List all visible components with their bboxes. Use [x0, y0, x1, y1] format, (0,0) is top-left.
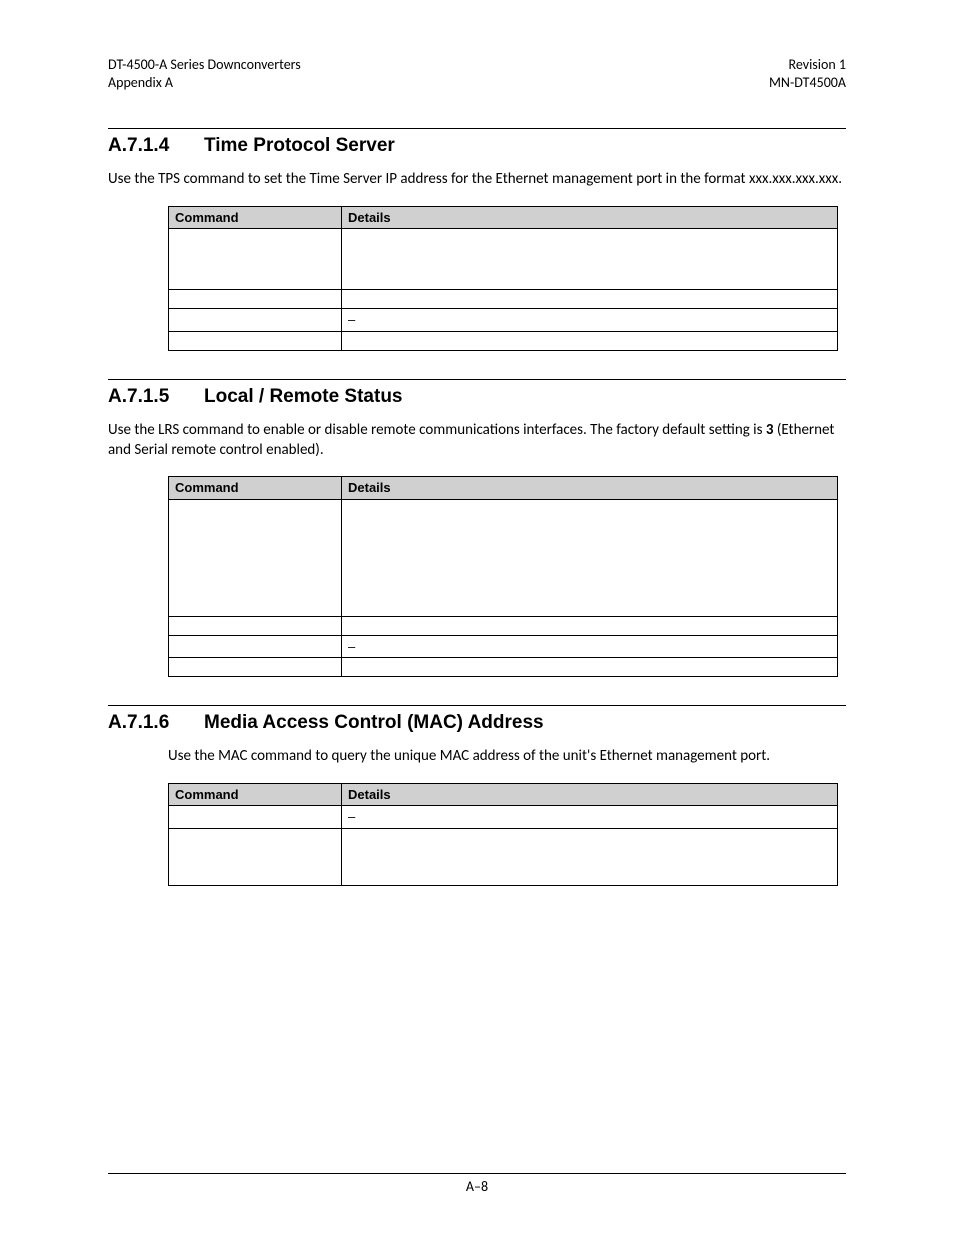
- page-header: DT-4500-A Series Downconverters Appendix…: [108, 56, 846, 92]
- footer-rule: [108, 1173, 846, 1174]
- table-row: [169, 499, 838, 616]
- section-heading: A.7.1.5 Local / Remote Status: [108, 386, 846, 408]
- section-body: Use the MAC command to query the unique …: [108, 746, 846, 885]
- section-title: Time Protocol Server: [204, 135, 395, 157]
- section-body: Use the TPS command to set the Time Serv…: [108, 169, 846, 350]
- cell-dash: –: [342, 635, 838, 658]
- section-body: Use the LRS command to enable or disable…: [108, 420, 846, 678]
- section-heading: A.7.1.4 Time Protocol Server: [108, 135, 846, 157]
- command-table-tps: Command Details –: [168, 206, 838, 351]
- header-left: DT-4500-A Series Downconverters Appendix…: [108, 56, 301, 92]
- section-title: Media Access Control (MAC) Address: [204, 712, 544, 734]
- page-number: A–8: [466, 1178, 488, 1195]
- table-row: –: [169, 806, 838, 829]
- section-paragraph: Use the MAC command to query the unique …: [108, 746, 846, 766]
- section-rule: [108, 128, 846, 129]
- section-number: A.7.1.6: [108, 712, 178, 734]
- section-lrs: A.7.1.5 Local / Remote Status Use the LR…: [108, 379, 846, 678]
- cell-dash: –: [342, 806, 838, 829]
- th-details: Details: [342, 477, 838, 500]
- table-row: [169, 658, 838, 677]
- header-right: Revision 1 MN-DT4500A: [769, 56, 846, 92]
- page: DT-4500-A Series Downconverters Appendix…: [0, 0, 954, 1235]
- section-tps: A.7.1.4 Time Protocol Server Use the TPS…: [108, 128, 846, 350]
- command-table-mac: Command Details –: [168, 783, 838, 886]
- table-header-row: Command Details: [169, 783, 838, 806]
- table-row: –: [169, 309, 838, 332]
- command-table-lrs: Command Details –: [168, 476, 838, 677]
- table-row: [169, 331, 838, 350]
- page-footer: A–8: [108, 1167, 846, 1195]
- table-header-row: Command Details: [169, 477, 838, 500]
- section-mac: A.7.1.6 Media Access Control (MAC) Addre…: [108, 705, 846, 885]
- th-command: Command: [169, 206, 342, 229]
- table-row: [169, 229, 838, 290]
- section-heading: A.7.1.6 Media Access Control (MAC) Addre…: [108, 712, 846, 734]
- section-rule: [108, 379, 846, 380]
- section-paragraph-a: Use the LRS command to enable or disable…: [108, 421, 766, 439]
- section-paragraph: Use the TPS command to set the Time Serv…: [108, 170, 842, 188]
- section-rule: [108, 705, 846, 706]
- table-row: –: [169, 635, 838, 658]
- th-details: Details: [342, 783, 838, 806]
- section-title: Local / Remote Status: [204, 386, 403, 408]
- table-row: [169, 290, 838, 309]
- cell-dash: –: [342, 309, 838, 332]
- section-number: A.7.1.4: [108, 135, 178, 157]
- th-command: Command: [169, 783, 342, 806]
- th-command: Command: [169, 477, 342, 500]
- th-details: Details: [342, 206, 838, 229]
- table-row: [169, 616, 838, 635]
- table-header-row: Command Details: [169, 206, 838, 229]
- section-number: A.7.1.5: [108, 386, 178, 408]
- table-row: [169, 828, 838, 885]
